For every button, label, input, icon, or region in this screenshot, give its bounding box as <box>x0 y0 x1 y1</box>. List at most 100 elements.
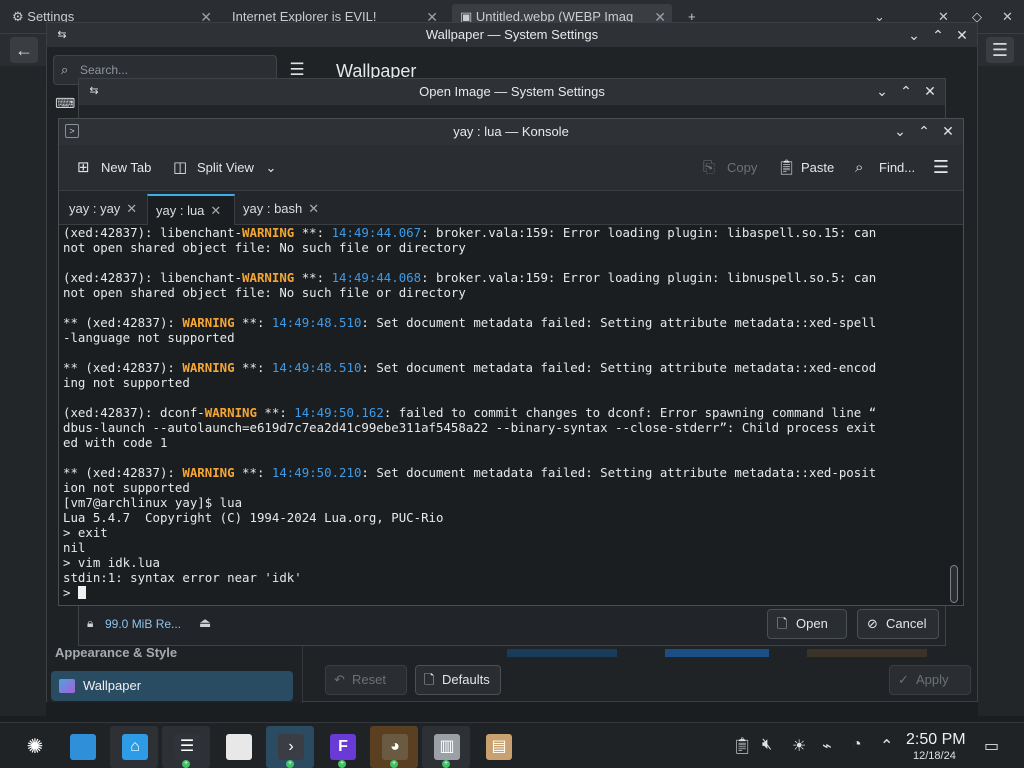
brightness-icon[interactable]: ☀ <box>792 736 806 756</box>
wallpaper-thumbnail[interactable] <box>665 649 769 657</box>
warning-text: WARNING <box>182 315 235 330</box>
taskbar-discover[interactable]: ⌂ <box>110 726 158 768</box>
taskbar-package[interactable]: ▤ <box>474 726 522 768</box>
minimize-icon[interactable]: ⌄ <box>889 119 911 143</box>
terminal-text: ing not supported <box>63 375 190 390</box>
split-view-label: Split View <box>197 160 254 175</box>
terminal-line: (xed:42837): libenchant-WARNING **: 14:4… <box>63 225 949 240</box>
terminal-text: **: <box>294 270 332 285</box>
launcher-icon: ✺ <box>26 736 44 758</box>
maximize-icon[interactable]: ⌃ <box>913 119 935 143</box>
copy-button[interactable]: ⎘ Copy <box>703 157 757 179</box>
open-button[interactable]: 🗋 Open <box>767 609 847 639</box>
scrollbar-handle[interactable] <box>950 565 958 603</box>
tab-yay-bash[interactable]: yay : bash ✕ <box>235 194 327 225</box>
terminal-text: : Set document metadata failed: Setting … <box>361 315 877 330</box>
volume-muted-icon[interactable]: 🔇︎ <box>762 736 772 754</box>
terminal-text: [vm7@archlinux yay]$ lua <box>63 495 243 510</box>
application-launcher[interactable]: ✺ <box>10 726 58 768</box>
split-view-button[interactable]: ◫ Split View ⌄ <box>173 157 276 179</box>
close-icon[interactable]: ✕ <box>951 23 973 47</box>
paste-button[interactable]: 📋︎ Paste <box>777 157 834 179</box>
dialog-button-row: 🔒︎ 99.0 MiB Re... ⏏ 🗋 Open ⊘ Cancel <box>79 607 947 647</box>
konsole-toolbar: ⊞ New Tab ◫ Split View ⌄ ⎘ Copy 📋︎ Paste… <box>59 145 963 191</box>
terminal-text: : Set document metadata failed: Setting … <box>361 465 877 480</box>
expand-tray-icon[interactable]: ⌃ <box>880 736 893 756</box>
taskbar-file-manager[interactable] <box>58 726 106 768</box>
scrollbar[interactable] <box>949 225 959 605</box>
cancel-button[interactable]: ⊘ Cancel <box>857 609 939 639</box>
maximize-icon[interactable]: ⌃ <box>927 23 949 47</box>
close-window-icon[interactable]: ✕ <box>994 4 1014 30</box>
menu-icon[interactable]: ☰ <box>986 37 1014 63</box>
tab-label: yay : yay <box>69 201 121 216</box>
terminal-text: : Set document metadata failed: Setting … <box>361 360 877 375</box>
close-icon[interactable]: ✕ <box>919 79 941 103</box>
show-desktop-icon[interactable]: ▭ <box>984 736 999 756</box>
terminal-output[interactable]: (xed:42837): libenchant- WARNING **: 14:4… <box>59 225 949 607</box>
reset-button[interactable]: ↶ Reset <box>325 665 407 695</box>
cancel-label: Cancel <box>886 616 927 631</box>
copy-icon: ⎘ <box>703 159 716 176</box>
terminal-text: not open shared object file: No such fil… <box>63 285 466 300</box>
close-icon[interactable]: ✕ <box>210 203 221 218</box>
sidebar-item-wallpaper[interactable]: Wallpaper <box>51 671 293 701</box>
back-arrow-icon[interactable]: ← <box>10 37 38 63</box>
close-icon[interactable]: ✕ <box>937 119 959 143</box>
window-menu-icon[interactable]: ⇆ <box>51 23 73 47</box>
archive-icon: ▥ <box>434 734 460 760</box>
warning-text: WARNING <box>242 270 295 285</box>
running-indicator: + <box>442 760 450 768</box>
timestamp-text: 14:49:48.510 <box>271 360 362 375</box>
check-icon: ✓ <box>898 672 909 687</box>
window-menu-icon[interactable]: ⇆ <box>83 79 105 103</box>
apply-button[interactable]: ✓ Apply <box>889 665 971 695</box>
terminal-text: Lua 5.4.7 Copyright (C) 1994-2024 Lua.or… <box>63 510 444 525</box>
find-button[interactable]: ⌕ Find... <box>855 157 915 179</box>
defaults-button[interactable]: 🗋 Defaults <box>415 665 501 695</box>
taskbar-gimp[interactable]: ◕ + <box>370 726 418 768</box>
timestamp-text: 14:49:48.510 <box>271 315 362 330</box>
browser-left-panel <box>0 66 46 716</box>
terminal-text: stdin:1: syntax error near 'idk' <box>63 570 302 585</box>
close-icon[interactable]: ✕ <box>126 201 137 216</box>
dialog-title: Open Image — System Settings <box>419 84 605 99</box>
taskbar-text-editor[interactable] <box>214 726 262 768</box>
gimp-icon: ◕ <box>382 734 408 760</box>
keyboard-icon[interactable]: ⌨ <box>55 95 75 112</box>
wallpaper-thumbnail[interactable] <box>807 649 927 657</box>
clock-time[interactable]: 2:50 PM <box>906 731 966 749</box>
minimize-icon[interactable]: ⌄ <box>903 23 925 47</box>
minimize-icon[interactable]: ⌄ <box>871 79 893 103</box>
tab-yay-yay[interactable]: yay : yay ✕ <box>61 194 145 225</box>
tab-label: yay : lua <box>156 203 205 218</box>
terminal-text: -language not supported <box>63 330 235 345</box>
taskbar-app-f[interactable]: F + <box>318 726 366 768</box>
terminal-text: dbus-launch --autolaunch=e619d7c7ea2d41c… <box>63 420 877 435</box>
clipboard-icon[interactable]: 📋︎ <box>732 736 752 756</box>
reset-label: Reset <box>352 672 386 687</box>
taskbar-archive[interactable]: ▥ + <box>422 726 470 768</box>
running-indicator: + <box>286 760 294 768</box>
taskbar-system-settings[interactable]: ☰ + <box>162 726 210 768</box>
close-icon[interactable]: ✕ <box>308 201 319 216</box>
new-tab-button[interactable]: ⊞ New Tab <box>77 157 151 179</box>
usb-device-icon[interactable]: ⌁ <box>822 736 832 756</box>
hamburger-menu-icon[interactable]: ☰ <box>933 157 949 178</box>
terminal-icon[interactable]: > <box>65 124 79 138</box>
terminal-text: ** (xed:42837): <box>63 465 183 480</box>
wallpaper-thumbnail[interactable] <box>507 649 617 657</box>
taskbar-konsole[interactable]: › + <box>266 726 314 768</box>
maximize-icon[interactable]: ⌃ <box>895 79 917 103</box>
clock-date[interactable]: 12/18/24 <box>913 750 956 762</box>
speedometer-icon[interactable]: ◔ <box>852 736 862 754</box>
tab-yay-lua[interactable]: yay : lua ✕ <box>147 194 235 225</box>
terminal-text: (xed:42837): libenchant- <box>63 225 243 240</box>
eject-icon[interactable]: ⏏ <box>199 615 211 631</box>
terminal-text: not open shared object file: No such fil… <box>63 240 466 255</box>
folder-icon <box>70 734 96 760</box>
paste-label: Paste <box>801 160 835 175</box>
terminal-line: Lua 5.4.7 Copyright (C) 1994-2024 Lua.or… <box>63 510 949 525</box>
